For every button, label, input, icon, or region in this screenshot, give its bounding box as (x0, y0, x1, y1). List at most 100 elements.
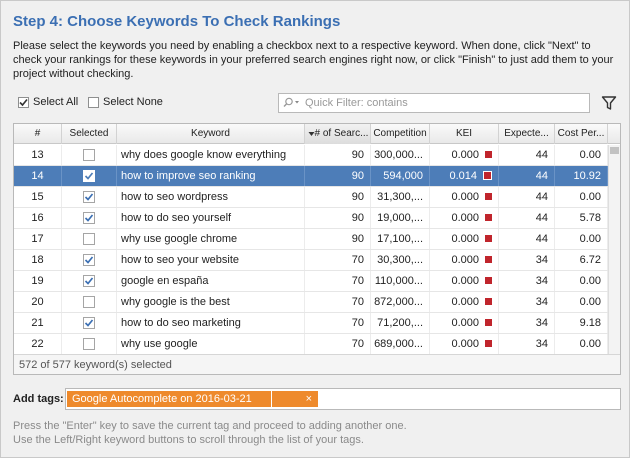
row-searches: 90 (305, 145, 371, 165)
sort-descending-icon (308, 124, 315, 144)
column-header-keyword[interactable]: Keyword (117, 124, 305, 144)
grid-header: # Selected Keyword # of Searc... Competi… (14, 124, 620, 144)
row-selected (62, 334, 117, 354)
close-icon: × (305, 393, 312, 405)
column-header-searches[interactable]: # of Searc... (305, 124, 371, 144)
row-keyword: how to improve seo ranking (117, 166, 305, 186)
row-number: 22 (14, 334, 62, 354)
kei-value: 0.000 (451, 254, 479, 266)
row-selected (62, 187, 117, 207)
row-checkbox[interactable] (83, 338, 95, 350)
filter-funnel-icon[interactable] (601, 95, 617, 111)
row-competition: 30,300,... (371, 250, 430, 270)
row-expected: 44 (499, 166, 555, 186)
toolbar: Select All Select None (13, 93, 621, 113)
row-checkbox-checked[interactable] (83, 275, 95, 287)
column-header-searches-label: # of Searc... (314, 128, 369, 139)
row-cost: 0.00 (555, 229, 608, 249)
select-none-button[interactable]: Select None (88, 96, 163, 108)
table-row[interactable]: 19 google en españa 70 110,000... 0.000 34 0.0… (14, 271, 608, 292)
column-header-kei[interactable]: KEI (430, 124, 499, 144)
row-selected (62, 208, 117, 228)
row-expected: 44 (499, 145, 555, 165)
table-row[interactable]: 17 why use google chrome 90 17,100,... 0.000… (14, 229, 608, 250)
table-row[interactable]: 20 why google is the best 70 872,000... 0.00… (14, 292, 608, 313)
instructions-text: Please select the keywords you need by e… (13, 40, 614, 80)
row-checkbox-checked[interactable] (83, 254, 95, 266)
vertical-scrollbar[interactable] (608, 145, 620, 354)
row-number: 13 (14, 145, 62, 165)
row-checkbox-checked[interactable] (83, 191, 95, 203)
kei-value: 0.000 (451, 275, 479, 287)
table-row[interactable]: 13 why does google know everything 90 300,0… (14, 145, 608, 166)
row-expected: 44 (499, 187, 555, 207)
row-competition: 872,000... (371, 292, 430, 312)
row-checkbox[interactable] (83, 233, 95, 245)
kei-value: 0.000 (451, 191, 479, 203)
kei-marker-icon (485, 298, 492, 305)
column-header-competition[interactable]: Competition (371, 124, 430, 144)
kei-value: 0.000 (451, 149, 479, 161)
row-competition: 110,000... (371, 271, 430, 291)
row-searches: 70 (305, 313, 371, 333)
row-checkbox-checked[interactable] (83, 212, 95, 224)
tag-item[interactable]: Google Autocomplete on 2016-03-21 (67, 391, 271, 407)
row-number: 19 (14, 271, 62, 291)
kei-marker-icon (485, 256, 492, 263)
row-keyword: why use google (117, 334, 305, 354)
row-selected (62, 271, 117, 291)
row-searches: 90 (305, 208, 371, 228)
keywords-grid: # Selected Keyword # of Searc... Competi… (13, 123, 621, 375)
row-competition: 31,300,... (371, 187, 430, 207)
quick-filter[interactable] (278, 93, 590, 113)
row-competition: 19,000,... (371, 208, 430, 228)
row-checkbox[interactable] (83, 296, 95, 308)
row-cost: 9.18 (555, 313, 608, 333)
row-number: 15 (14, 187, 62, 207)
row-checkbox[interactable] (83, 149, 95, 161)
row-competition: 594,000 (371, 166, 430, 186)
kei-value: 0.000 (451, 296, 479, 308)
select-all-button[interactable]: Select All (18, 96, 78, 108)
table-row[interactable]: 15 how to seo wordpress 90 31,300,... 0.000 4… (14, 187, 608, 208)
row-number: 20 (14, 292, 62, 312)
search-icon[interactable] (279, 94, 305, 112)
row-selected (62, 292, 117, 312)
row-searches: 70 (305, 271, 371, 291)
row-searches: 90 (305, 229, 371, 249)
table-row[interactable]: 18 how to seo your website 70 30,300,... 0.0… (14, 250, 608, 271)
row-checkbox-checked[interactable] (83, 317, 95, 329)
row-cost: 0.00 (555, 271, 608, 291)
row-keyword: why use google chrome (117, 229, 305, 249)
column-header-selected[interactable]: Selected (62, 124, 117, 144)
row-number: 14 (14, 166, 62, 186)
quick-filter-input[interactable] (305, 95, 589, 111)
row-expected: 44 (499, 229, 555, 249)
row-competition: 71,200,... (371, 313, 430, 333)
row-expected: 34 (499, 250, 555, 270)
row-selected (62, 145, 117, 165)
select-all-label: Select All (33, 96, 79, 108)
tag-remove-button[interactable]: × (272, 391, 318, 407)
tags-input[interactable]: Google Autocomplete on 2016-03-21 × (65, 388, 621, 410)
kei-marker-icon (485, 319, 492, 326)
row-searches: 70 (305, 250, 371, 270)
row-kei: 0.000 (430, 250, 499, 270)
table-row[interactable]: 21 how to do seo marketing 70 71,200,... 0.0… (14, 313, 608, 334)
row-number: 18 (14, 250, 62, 270)
row-kei: 0.000 (430, 334, 499, 354)
table-row[interactable]: 14 how to improve seo ranking 90 594,000 0.0… (14, 166, 608, 187)
column-header-spacer (608, 124, 620, 144)
select-none-label: Select None (103, 96, 163, 108)
row-keyword: how to do seo yourself (117, 208, 305, 228)
row-checkbox-checked[interactable] (83, 170, 95, 182)
column-header-number[interactable]: # (14, 124, 62, 144)
scrollbar-thumb[interactable] (610, 147, 619, 154)
column-header-cost[interactable]: Cost Per... (555, 124, 608, 144)
table-row[interactable]: 22 why use google 70 689,000... 0.000 34 0.00 (14, 334, 608, 355)
row-number: 16 (14, 208, 62, 228)
column-header-expected[interactable]: Expecte... (499, 124, 555, 144)
row-kei: 0.000 (430, 313, 499, 333)
table-row[interactable]: 16 how to do seo yourself 90 19,000,... 0.00… (14, 208, 608, 229)
tags-hint-line-2: Use the Left/Right keyword buttons to sc… (13, 434, 364, 446)
